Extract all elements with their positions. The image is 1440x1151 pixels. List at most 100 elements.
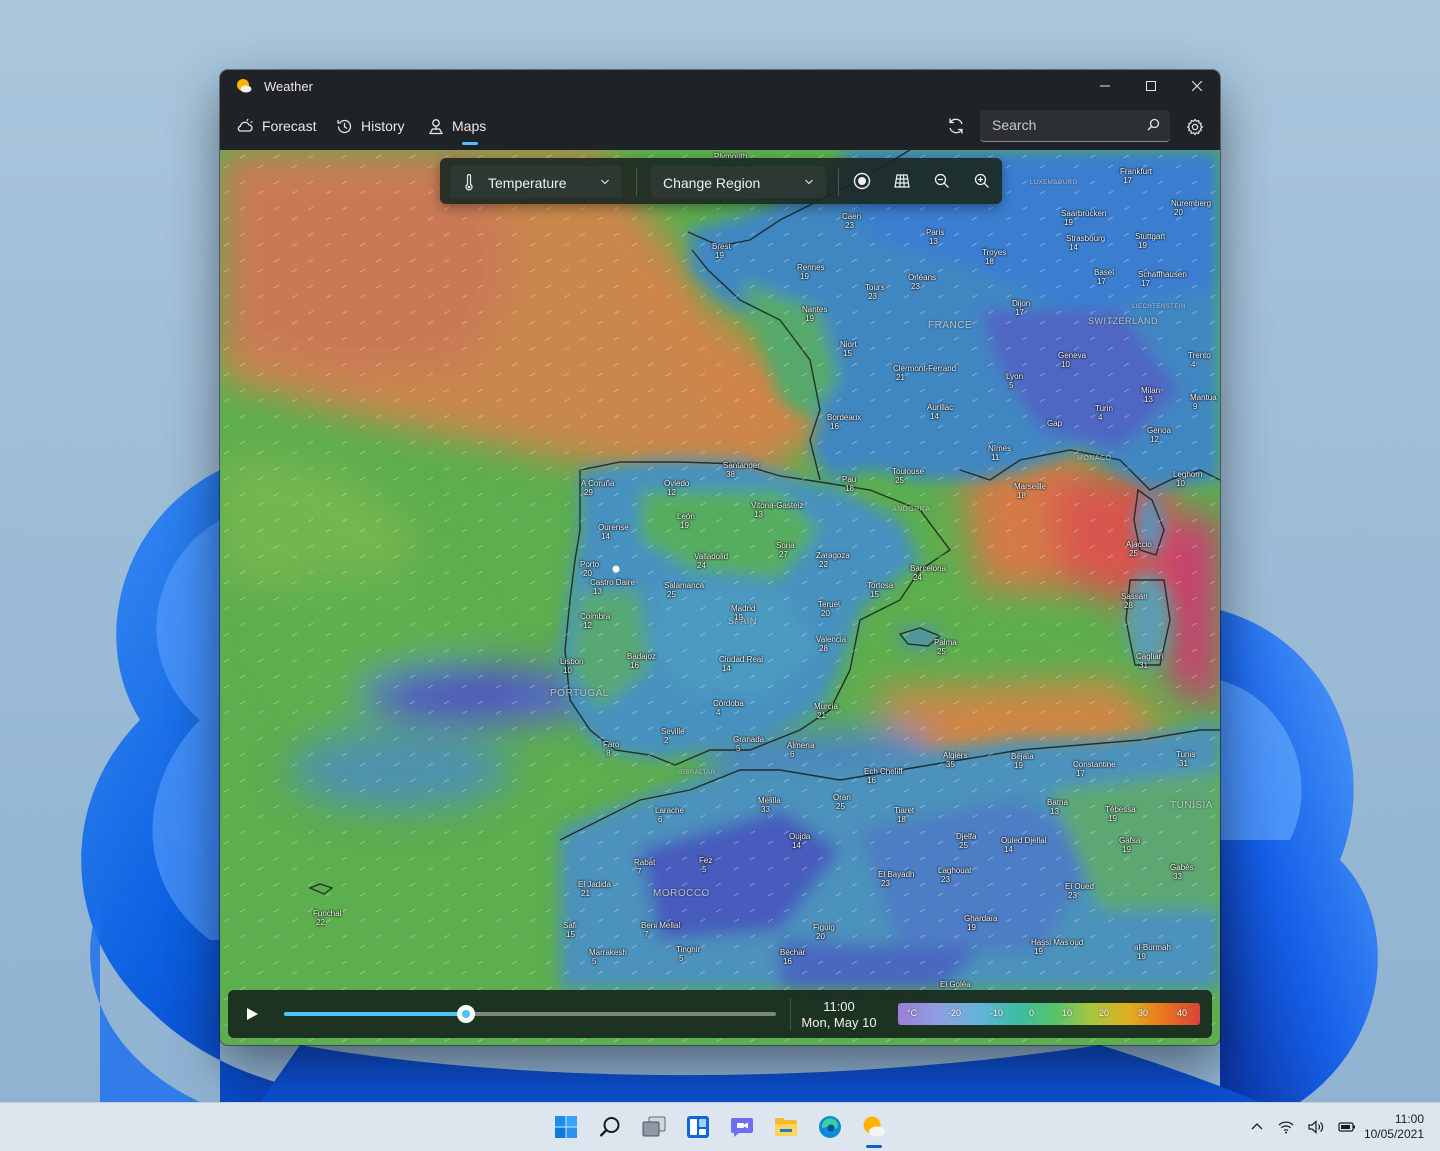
weather-app-icon[interactable] bbox=[858, 1111, 890, 1143]
city-label: Nuremberg 20 bbox=[1171, 199, 1212, 217]
play-button[interactable] bbox=[240, 1002, 264, 1026]
city-label: Constantine 17 bbox=[1073, 760, 1116, 778]
cloud-sun-icon bbox=[237, 118, 253, 132]
settings-button[interactable] bbox=[1182, 114, 1208, 140]
legend-tick: 30 bbox=[1138, 1008, 1149, 1018]
weather-map[interactable]: FRANCE SWITZERLAND PORTUGAL SPAIN MOROCC… bbox=[220, 150, 1220, 1045]
layer-dropdown[interactable]: Temperature bbox=[450, 166, 622, 198]
nav-bar: Forecast History Maps bbox=[220, 102, 1220, 150]
country-label: ANDORRA bbox=[892, 506, 931, 513]
city-label: Valladolid 24 bbox=[694, 552, 729, 570]
chevron-up-icon[interactable] bbox=[1250, 1120, 1264, 1134]
region-dropdown[interactable]: Change Region bbox=[651, 166, 826, 198]
city-label: Oran 25 bbox=[833, 793, 851, 811]
timeline-slider[interactable] bbox=[284, 1005, 776, 1023]
city-label: Palma 25 bbox=[934, 638, 957, 656]
search-icon[interactable] bbox=[594, 1111, 626, 1143]
gear-icon bbox=[1187, 118, 1203, 136]
city-label: Saarbrücken 19 bbox=[1061, 209, 1107, 227]
country-label: FRANCE bbox=[928, 320, 973, 331]
legend-unit: °C bbox=[907, 1008, 918, 1018]
city-label: Castro Daire 13 bbox=[590, 578, 635, 596]
city-label: Beni Mellal 7 bbox=[641, 921, 681, 939]
city-label: Cagliari 31 bbox=[1136, 652, 1164, 670]
city-label: Safi 15 bbox=[563, 921, 577, 939]
legend-tick: 10 bbox=[1062, 1008, 1073, 1018]
city-label: Tours 23 bbox=[865, 283, 885, 301]
search-box[interactable] bbox=[980, 110, 1170, 142]
map-style-button[interactable] bbox=[890, 169, 914, 193]
maximize-button[interactable] bbox=[1128, 70, 1174, 102]
wifi-icon[interactable] bbox=[1278, 1120, 1294, 1134]
map-toolbar: Temperature Change Region bbox=[440, 158, 1002, 204]
play-icon bbox=[247, 1008, 258, 1020]
city-label: Ourense 14 bbox=[598, 523, 629, 541]
close-button[interactable] bbox=[1174, 70, 1220, 102]
city-label: Almería 6 bbox=[787, 741, 815, 759]
search-icon[interactable] bbox=[1147, 118, 1160, 131]
city-label: Rennes 19 bbox=[797, 263, 825, 281]
tab-history-label: History bbox=[361, 118, 405, 134]
teams-chat-icon[interactable] bbox=[726, 1111, 758, 1143]
timeline-slider-thumb[interactable] bbox=[457, 1005, 476, 1023]
task-view-glyph bbox=[642, 1116, 666, 1137]
volume-icon[interactable] bbox=[1308, 1120, 1324, 1134]
refresh-button[interactable] bbox=[942, 112, 970, 140]
city-label: Figuig 20 bbox=[813, 923, 835, 941]
tab-forecast-label: Forecast bbox=[262, 118, 317, 134]
zoom-out-icon bbox=[934, 173, 949, 188]
widgets-glyph bbox=[687, 1116, 709, 1138]
tab-forecast[interactable]: Forecast bbox=[236, 102, 316, 150]
city-label: Béchar 16 bbox=[780, 948, 806, 966]
file-explorer-icon[interactable] bbox=[770, 1111, 802, 1143]
city-label: Salamanca 25 bbox=[664, 581, 705, 599]
country-label: LUXEMBOURG bbox=[1030, 180, 1078, 186]
minimize-button[interactable] bbox=[1082, 70, 1128, 102]
city-label: Dijon 17 bbox=[1012, 299, 1031, 317]
tab-history[interactable]: History bbox=[336, 102, 405, 150]
timeline-progress bbox=[284, 1012, 467, 1016]
my-location-button[interactable] bbox=[850, 169, 874, 193]
country-label: GIBRALTAR bbox=[678, 770, 716, 776]
city-label: Ech Cheliff 16 bbox=[864, 767, 903, 785]
maximize-icon bbox=[1146, 81, 1156, 91]
battery-icon[interactable] bbox=[1338, 1120, 1356, 1134]
map-pin-icon bbox=[428, 118, 444, 134]
edge-browser-icon[interactable] bbox=[814, 1111, 846, 1143]
city-label: Oujda 14 bbox=[789, 832, 811, 850]
city-label: Tunis 31 bbox=[1176, 750, 1196, 768]
taskbar-date: 10/05/2021 bbox=[1363, 1127, 1424, 1141]
timeline-date: Mon, May 10 bbox=[801, 1015, 877, 1030]
city-label: Batna 13 bbox=[1047, 798, 1068, 816]
city-label: Barcelona 24 bbox=[910, 564, 947, 582]
city-label: Geneva 10 bbox=[1058, 351, 1087, 369]
taskbar-clock[interactable]: 11:00 10/05/2021 bbox=[1364, 1112, 1424, 1142]
city-label: Nîmes 11 bbox=[988, 444, 1012, 462]
city-label: Gafsa 19 bbox=[1119, 836, 1141, 854]
temperature-legend: °C -20 -10 0 10 20 30 40 bbox=[898, 1003, 1200, 1025]
legend-tick: 40 bbox=[1177, 1008, 1188, 1018]
timeline-datetime: 11:00 Mon, May 10 bbox=[798, 999, 880, 1031]
windows-start-icon[interactable] bbox=[550, 1111, 582, 1143]
city-label: Ciudad Real 14 bbox=[719, 655, 764, 673]
city-label: Gabès 33 bbox=[1170, 863, 1194, 881]
city-label: Faro 8 bbox=[603, 740, 620, 758]
title-bar: Weather bbox=[220, 70, 1220, 102]
edge-glyph bbox=[819, 1116, 841, 1138]
legend-tick: 20 bbox=[1099, 1008, 1110, 1018]
task-view-icon[interactable] bbox=[638, 1111, 670, 1143]
legend-tick: -20 bbox=[948, 1008, 962, 1018]
city-label: Ouled Djellal 14 bbox=[1001, 836, 1047, 854]
search-input[interactable] bbox=[980, 110, 1140, 140]
city-label: El Bayadh 23 bbox=[878, 870, 915, 888]
city-label: El Jadida 21 bbox=[578, 880, 611, 898]
target-location-icon bbox=[853, 172, 871, 190]
zoom-out-button[interactable] bbox=[930, 169, 954, 193]
city-label: Tortosa 15 bbox=[867, 581, 894, 599]
refresh-icon bbox=[949, 118, 963, 134]
zoom-in-button[interactable] bbox=[970, 169, 994, 193]
city-label: Milan 13 bbox=[1141, 386, 1161, 404]
city-label: Nantes 19 bbox=[802, 305, 828, 323]
widgets-icon[interactable] bbox=[682, 1111, 714, 1143]
active-app-indicator bbox=[866, 1145, 882, 1148]
